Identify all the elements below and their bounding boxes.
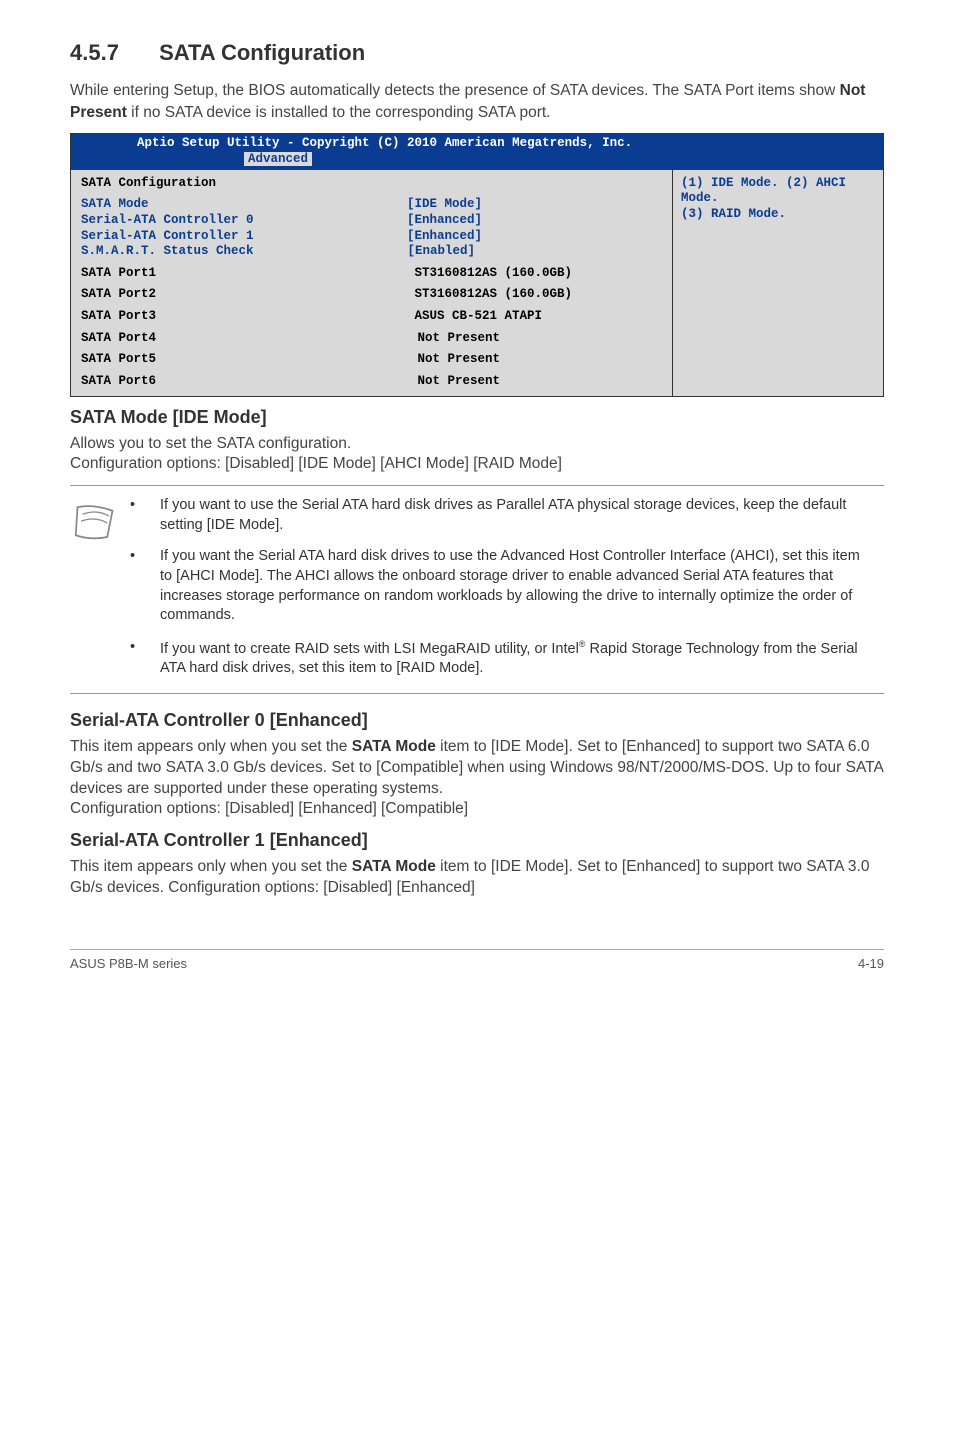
note-item: • If you want to use the Serial ATA hard…	[130, 496, 874, 535]
section-number: 4.5.7	[70, 40, 119, 65]
bios-screenshot: Aptio Setup Utility - Copyright (C) 2010…	[70, 133, 884, 396]
note-box: • If you want to use the Serial ATA hard…	[70, 485, 884, 693]
ctrl1-heading: Serial-ATA Controller 1 [Enhanced]	[70, 830, 884, 851]
page-footer: ASUS P8B-M series 4-19	[70, 949, 884, 971]
intro-paragraph: While entering Setup, the BIOS automatic…	[70, 80, 884, 123]
bios-header: Aptio Setup Utility - Copyright (C) 2010…	[71, 134, 883, 169]
note-icon	[70, 496, 130, 678]
note-item: • If you want the Serial ATA hard disk d…	[130, 547, 874, 625]
ctrl0-desc: This item appears only when you set the …	[70, 737, 884, 821]
footer-page-number: 4-19	[858, 956, 884, 971]
sata-mode-desc: Allows you to set the SATA configuration…	[70, 434, 884, 476]
section-heading: 4.5.7 SATA Configuration	[70, 40, 884, 66]
footer-left: ASUS P8B-M series	[70, 956, 187, 971]
sata-mode-heading: SATA Mode [IDE Mode]	[70, 407, 884, 428]
section-title: SATA Configuration	[159, 40, 365, 65]
note-item: • If you want to create RAID sets with L…	[130, 638, 874, 679]
bios-left-panel: SATA Configuration SATA Mode[IDE Mode] S…	[71, 170, 673, 396]
bios-help-panel: (1) IDE Mode. (2) AHCI Mode. (3) RAID Mo…	[673, 170, 883, 396]
ctrl1-desc: This item appears only when you set the …	[70, 857, 884, 899]
ctrl0-heading: Serial-ATA Controller 0 [Enhanced]	[70, 710, 884, 731]
bios-tab-advanced: Advanced	[244, 152, 312, 166]
